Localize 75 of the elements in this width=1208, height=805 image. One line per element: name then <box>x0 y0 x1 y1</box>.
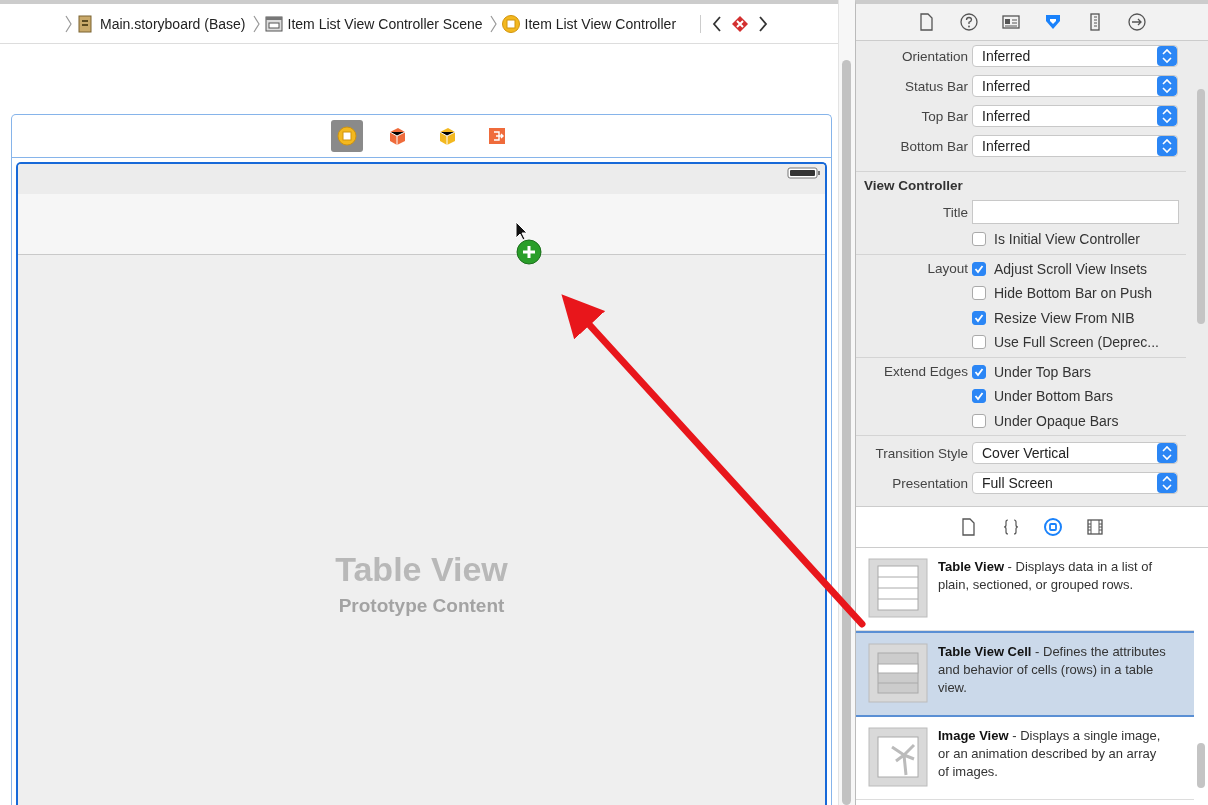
view-controller-icon <box>501 14 520 33</box>
inspector-tab[interactable] <box>1127 12 1147 32</box>
checkbox-label: Under Top Bars <box>994 363 1091 380</box>
checkbox[interactable] <box>972 261 986 276</box>
checkbox-label: Resize View From NIB <box>994 309 1135 326</box>
scrollbar-thumb[interactable] <box>1197 743 1205 788</box>
field-label: Layout <box>927 261 968 277</box>
inspector-tab[interactable] <box>1085 517 1105 537</box>
checkbox[interactable] <box>972 364 986 379</box>
library-item-description: Table View Cell - Defines the attributes and behavior of cells (rows) in a table view. <box>938 643 1167 697</box>
checkbox[interactable] <box>972 413 986 428</box>
checkbox-label: Hide Bottom Bar on Push <box>994 285 1152 302</box>
stepper-arrows-icon <box>1157 46 1177 66</box>
checkbox-label: Under Bottom Bars <box>994 388 1114 405</box>
chevron-icon <box>251 14 261 33</box>
popup-button[interactable]: Inferred <box>972 45 1178 67</box>
checkbox-label: Is Initial View Controller <box>994 231 1141 248</box>
breadcrumb-item[interactable]: Item List View Controller <box>501 14 677 33</box>
library-item-description: Table View - Displays data in a list of plain, sectioned, or grouped rows. <box>938 558 1154 594</box>
inspector-tab[interactable] <box>959 12 979 32</box>
library-item-description: Image View - Displays a single image, or an animation described by an array of images. <box>938 727 1162 781</box>
cursor-icon <box>515 221 528 241</box>
inspector-tab[interactable] <box>1001 12 1021 32</box>
stepper-arrows-icon <box>1157 106 1177 126</box>
checkbox[interactable] <box>972 232 986 247</box>
table-cell-icon <box>868 643 928 703</box>
forward-icon[interactable] <box>757 14 770 33</box>
stepper-arrows-icon <box>1157 443 1177 463</box>
checkbox[interactable] <box>972 335 986 350</box>
chevron-icon <box>488 14 498 33</box>
table-icon <box>868 558 928 618</box>
checkbox-label: Use Full Screen (Deprec... <box>994 334 1159 351</box>
field-label: Status Bar <box>904 78 968 94</box>
stepper-arrows-icon <box>1157 473 1177 493</box>
inspector-tab[interactable] <box>1001 517 1021 537</box>
palm-tree-icon <box>868 727 928 787</box>
library-item[interactable]: Table View - Displays data in a list of plain, sectioned, or grouped rows. <box>856 548 1194 631</box>
checkbox-label: Adjust Scroll View Insets <box>994 260 1148 277</box>
inspector-tab[interactable] <box>1043 517 1063 537</box>
field-label: Bottom Bar <box>900 138 968 154</box>
field-label: Transition Style <box>875 445 968 461</box>
title-field[interactable] <box>972 200 1179 224</box>
scrollbar-thumb[interactable] <box>842 60 851 805</box>
battery-icon <box>787 167 821 179</box>
section-heading: View Controller <box>863 177 964 195</box>
view-controller-icon <box>335 125 358 147</box>
field-label: Top Bar <box>921 108 968 124</box>
chevron-icon <box>64 14 73 33</box>
add-icon <box>516 239 542 265</box>
window-icon <box>264 14 283 33</box>
popup-button[interactable]: Inferred <box>972 135 1178 157</box>
popup-button[interactable]: Full Screen <box>972 472 1178 494</box>
back-icon[interactable] <box>711 14 724 33</box>
popup-button[interactable]: Inferred <box>972 75 1178 97</box>
breadcrumb-item[interactable]: Item List View Controller Scene <box>264 14 483 33</box>
scene-dock-button[interactable] <box>330 120 363 152</box>
library-item[interactable]: Image View - Displays a single image, or an animation described by an array of images. <box>856 717 1194 800</box>
library-item[interactable]: Table View Cell - Defines the attributes and behavior of cells (rows) in a table view. <box>856 631 1194 717</box>
field-label: Orientation <box>901 48 968 64</box>
checkbox[interactable] <box>972 286 986 301</box>
stepper-arrows-icon <box>1157 136 1177 156</box>
breadcrumb-item[interactable]: Main.storyboard (Base) <box>77 14 246 33</box>
table-view-subtitle: Prototype Content <box>338 595 505 617</box>
document-icon <box>77 14 95 33</box>
field-label: Presentation <box>892 475 968 491</box>
checkbox-label: Under Opaque Bars <box>994 412 1119 429</box>
scrollbar-thumb[interactable] <box>1197 89 1205 324</box>
checkbox[interactable] <box>972 389 986 404</box>
checkbox[interactable] <box>972 310 986 325</box>
popup-button[interactable]: Cover Vertical <box>972 442 1178 464</box>
popup-button[interactable]: Inferred <box>972 105 1178 127</box>
field-label: Title <box>943 204 968 220</box>
field-label: Extend Edges <box>883 364 968 380</box>
error-icon[interactable] <box>731 14 750 33</box>
stepper-arrows-icon <box>1157 76 1177 96</box>
